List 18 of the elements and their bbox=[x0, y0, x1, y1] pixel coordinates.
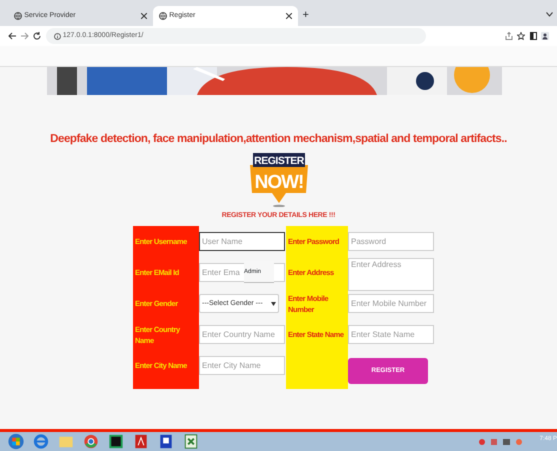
back-icon[interactable] bbox=[8, 32, 16, 40]
info-icon[interactable] bbox=[54, 32, 60, 40]
close-icon[interactable] bbox=[286, 13, 292, 19]
share-icon[interactable] bbox=[504, 32, 512, 40]
forward-icon[interactable] bbox=[20, 32, 28, 40]
address-field[interactable]: Enter Address bbox=[348, 258, 434, 292]
sidebar-icon[interactable] bbox=[530, 32, 536, 40]
close-icon[interactable] bbox=[141, 13, 147, 19]
input-field[interactable]: User Name bbox=[199, 232, 285, 252]
caret-icon bbox=[271, 302, 276, 306]
profile-icon[interactable] bbox=[541, 32, 549, 40]
globe-icon bbox=[159, 12, 167, 20]
chevron-icon[interactable] bbox=[546, 12, 552, 18]
page-heading: Deepfake detection, face manipulation,attention mechanism,spatial and temporal artifacts.. bbox=[49, 132, 508, 147]
globe-icon bbox=[14, 12, 22, 20]
reload-icon[interactable] bbox=[33, 32, 41, 40]
star-icon[interactable] bbox=[517, 32, 525, 40]
new-tab-button[interactable]: + bbox=[302, 7, 309, 24]
